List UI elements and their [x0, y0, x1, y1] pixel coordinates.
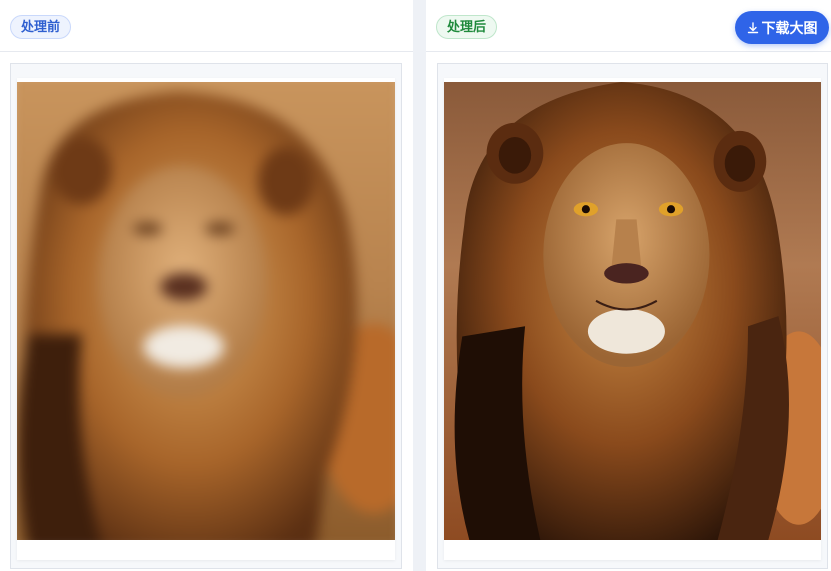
download-button-label: 下载大图 [761, 19, 818, 36]
before-panel-header: 处理前 [0, 0, 413, 52]
before-image-card [17, 78, 395, 560]
after-tag: 处理后 [436, 15, 498, 39]
after-panel-header: 处理后 下载大图 [426, 0, 831, 52]
after-image-frame [437, 63, 828, 569]
before-image [17, 82, 395, 540]
before-tag: 处理前 [10, 15, 72, 39]
comparison-view: 处理前 处理后 下载大图 [0, 0, 831, 571]
after-image-card [444, 78, 821, 560]
download-icon [747, 21, 758, 33]
download-button[interactable]: 下载大图 [735, 11, 829, 44]
before-panel: 处理前 [0, 0, 413, 571]
after-panel: 处理后 下载大图 [426, 0, 831, 571]
after-image [444, 82, 821, 540]
before-image-frame [10, 63, 402, 569]
